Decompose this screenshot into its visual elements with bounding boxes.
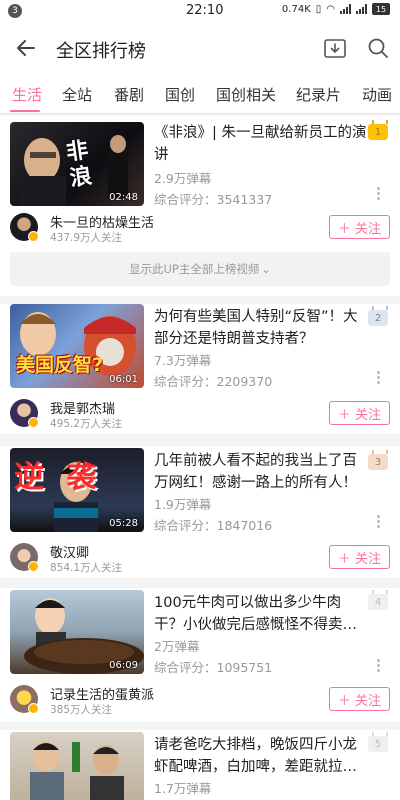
uploader-row: 记录生活的蛋黄派 385万人关注 ＋ 关注	[10, 682, 390, 722]
uploader-row: 我是郭杰瑞 495.2万人关注 ＋ 关注	[10, 396, 390, 436]
uploader-name[interactable]: 记录生活的蛋黄派	[50, 684, 154, 703]
rank-badge: 5	[368, 732, 388, 752]
rank-badge: 3	[368, 450, 388, 470]
status-bar: 3 22:10 0.74K ▯ ◠ 15	[0, 0, 400, 22]
vibrate-icon: ▯	[315, 3, 322, 15]
wifi-icon: ◠	[326, 3, 335, 15]
uploader-followers: 385万人关注	[50, 704, 113, 716]
follow-button[interactable]: ＋ 关注	[329, 545, 390, 569]
page-title: 全区排行榜	[56, 41, 146, 62]
chevron-down-icon: ⌄	[261, 262, 271, 276]
tab-life[interactable]: 生活	[12, 84, 42, 105]
uploader-name[interactable]: 敬汉卿	[50, 542, 89, 561]
rank-badge: 2	[368, 306, 388, 326]
download-icon[interactable]	[322, 35, 348, 61]
overall-score: 综合评分：1847016	[154, 518, 273, 533]
active-tab-indicator	[10, 110, 40, 112]
back-arrow-icon[interactable]	[14, 36, 38, 60]
video-thumbnail[interactable]: 美国反智? 06:01	[10, 304, 144, 388]
uploader-followers: 437.9万人关注	[50, 232, 123, 244]
video-duration: 05:28	[109, 518, 138, 529]
uploader-row: 敬汉卿 854.1万人关注 ＋ 关注	[10, 540, 390, 580]
uploader-row: 朱一旦的枯燥生活 437.9万人关注 ＋ 关注	[10, 210, 390, 250]
danmaku-count: 1.9万弹幕	[154, 497, 212, 512]
verified-badge-icon	[28, 231, 39, 242]
video-title[interactable]: 《非浪》| 朱一旦献给新员工的演讲	[154, 122, 368, 166]
tab-guochuang-related[interactable]: 国创相关	[216, 84, 276, 105]
tab-all-site[interactable]: 全站	[62, 84, 92, 105]
tab-animation[interactable]: 动画	[362, 84, 392, 105]
category-tabs: 生活 全站 番剧 国创 国创相关 纪录片 动画	[0, 74, 400, 114]
ranking-item: 逆 袭 05:28 几年前被人看不起的我当上了百万网红！感谢一路上的所有人！ 1…	[0, 446, 400, 578]
ranking-item: 美国反智? 06:01 为何有些美国人特别“反智”！大部分还是特朗普支持者？ 7…	[0, 304, 400, 434]
danmaku-count: 2.9万弹幕	[154, 171, 212, 186]
video-title[interactable]: 几年前被人看不起的我当上了百万网红！感谢一路上的所有人！	[154, 450, 368, 494]
uploader-name[interactable]: 朱一旦的枯燥生活	[50, 212, 154, 231]
thumbnail-caption: 非浪	[64, 137, 94, 192]
uploader-followers: 495.2万人关注	[50, 418, 123, 430]
thumbnail-caption: 逆 袭	[14, 460, 103, 495]
uploader-followers: 854.1万人关注	[50, 562, 123, 574]
more-options-icon[interactable]	[374, 514, 382, 530]
search-icon[interactable]	[366, 36, 390, 60]
overall-score: 综合评分：2209370	[154, 374, 273, 389]
battery-icon: 15	[372, 3, 390, 15]
signal-icon	[340, 4, 351, 14]
verified-badge-icon	[28, 703, 39, 714]
more-options-icon[interactable]	[374, 186, 382, 202]
thumbnail-caption: 美国反智?	[16, 354, 104, 376]
show-all-up-videos-button[interactable]: 显示此UP主全部上榜视频 ⌄	[10, 252, 390, 286]
video-title[interactable]: 100元牛肉可以做出多少牛肉干？小伙做完后感慨怪不得卖…	[154, 592, 368, 636]
tab-documentary[interactable]: 纪录片	[296, 84, 341, 105]
follow-button[interactable]: ＋ 关注	[329, 215, 390, 239]
overall-score: 综合评分：1095751	[154, 660, 273, 675]
status-icons: 0.74K ▯ ◠ 15	[282, 3, 390, 15]
danmaku-count: 7.3万弹幕	[154, 353, 212, 368]
notification-count: 3	[8, 4, 22, 18]
video-title[interactable]: 请老爸吃大排档，晚饭四斤小龙虾配啤酒，白加啤，差距就拉…	[154, 734, 368, 778]
thumbnail-art	[30, 741, 124, 800]
ranking-item: 06:09 100元牛肉可以做出多少牛肉干？小伙做完后感慨怪不得卖… 2万弹幕 …	[0, 588, 400, 722]
clock: 22:10	[186, 3, 224, 18]
video-thumbnail[interactable]	[10, 732, 144, 800]
rank-badge: 4	[368, 590, 388, 610]
tab-bangumi[interactable]: 番剧	[114, 84, 144, 105]
danmaku-count: 1.7万弹幕	[154, 781, 212, 796]
network-speed: 0.74K	[281, 3, 311, 15]
video-duration: 06:09	[109, 660, 138, 671]
video-title[interactable]: 为何有些美国人特别“反智”！大部分还是特朗普支持者？	[154, 306, 368, 350]
more-options-icon[interactable]	[374, 370, 382, 386]
video-duration: 06:01	[109, 374, 138, 385]
verified-badge-icon	[28, 561, 39, 572]
follow-button[interactable]: ＋ 关注	[329, 401, 390, 425]
signal-2-icon	[356, 4, 367, 14]
verified-badge-icon	[28, 417, 39, 428]
uploader-name[interactable]: 我是郭杰瑞	[50, 398, 115, 417]
more-options-icon[interactable]	[374, 658, 382, 674]
video-duration: 02:48	[109, 192, 138, 203]
ranking-item: 请老爸吃大排档，晚饭四斤小龙虾配啤酒，白加啤，差距就拉… 1.7万弹幕 5	[0, 730, 400, 800]
overall-score: 综合评分：3541337	[154, 192, 273, 207]
tab-guochuang[interactable]: 国创	[165, 84, 195, 105]
follow-button[interactable]: ＋ 关注	[329, 687, 390, 711]
danmaku-count: 2万弹幕	[154, 639, 200, 654]
video-thumbnail[interactable]: 非浪 02:48	[10, 122, 144, 206]
video-thumbnail[interactable]: 06:09	[10, 590, 144, 674]
rank-badge: 1	[368, 120, 388, 140]
app-header: 全区排行榜	[0, 22, 400, 74]
video-thumbnail[interactable]: 逆 袭 05:28	[10, 448, 144, 532]
